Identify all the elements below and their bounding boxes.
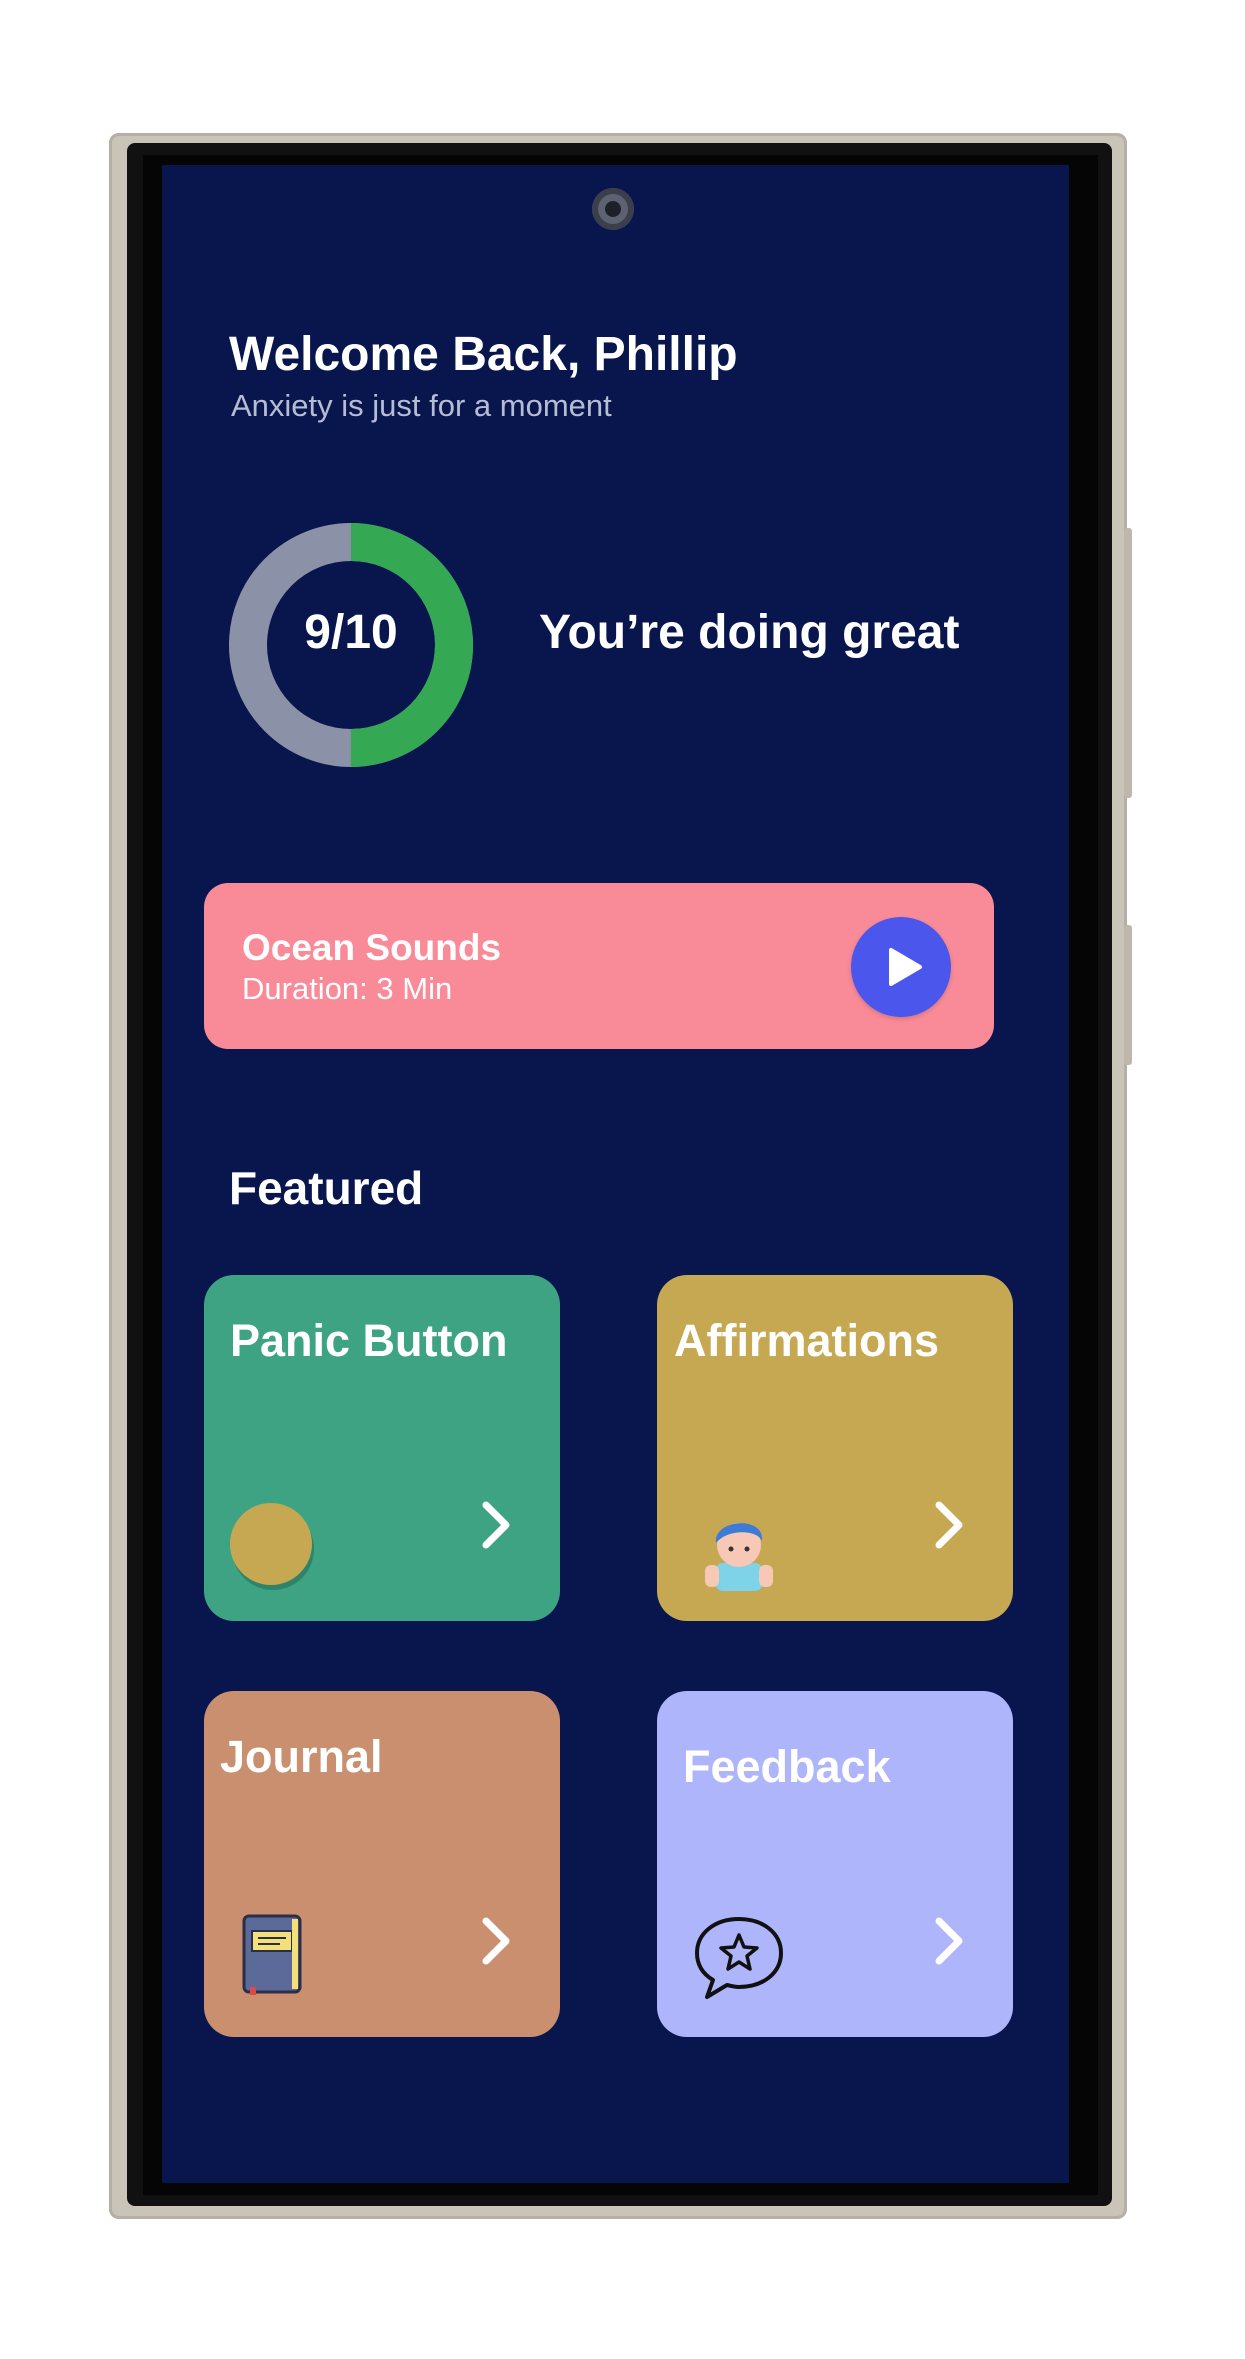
feedback-card[interactable]: Feedback <box>657 1691 1013 2037</box>
card-title: Affirmations <box>674 1315 940 1366</box>
power-button <box>1124 528 1132 798</box>
welcome-subtitle: Anxiety is just for a moment <box>231 388 612 423</box>
score-status: You’re doing great <box>539 606 960 659</box>
play-button[interactable] <box>851 917 951 1017</box>
person-icon <box>705 1523 773 1591</box>
app-screen: Welcome Back, Phillip Anxiety is just fo… <box>162 165 1069 2183</box>
player-duration: Duration: 3 Min <box>242 971 453 1006</box>
journal-card[interactable]: Journal <box>204 1691 560 2037</box>
notebook-icon <box>242 1914 302 1995</box>
chevron-right-icon <box>482 1501 510 1549</box>
chevron-right-icon <box>482 1917 510 1965</box>
featured-title: Featured <box>229 1162 424 1214</box>
chevron-right-icon <box>935 1917 963 1965</box>
panic-button-card[interactable]: Panic Button <box>204 1275 560 1621</box>
play-icon <box>889 948 922 986</box>
volume-button <box>1124 925 1132 1065</box>
chevron-right-icon <box>935 1501 963 1549</box>
player-title: Ocean Sounds <box>242 927 502 968</box>
score-value: 9/10 <box>304 606 398 659</box>
front-camera <box>592 188 634 230</box>
star-speech-bubble-icon <box>695 1917 783 1999</box>
ocean-sounds-card[interactable]: Ocean Sounds Duration: 3 Min <box>204 883 994 1049</box>
card-title: Panic Button <box>230 1315 508 1366</box>
affirmations-card[interactable]: Affirmations <box>657 1275 1013 1621</box>
welcome-title: Welcome Back, Phillip <box>229 328 738 381</box>
card-title: Journal <box>220 1731 383 1782</box>
circle-button-icon <box>230 1503 314 1590</box>
card-title: Feedback <box>683 1741 891 1792</box>
